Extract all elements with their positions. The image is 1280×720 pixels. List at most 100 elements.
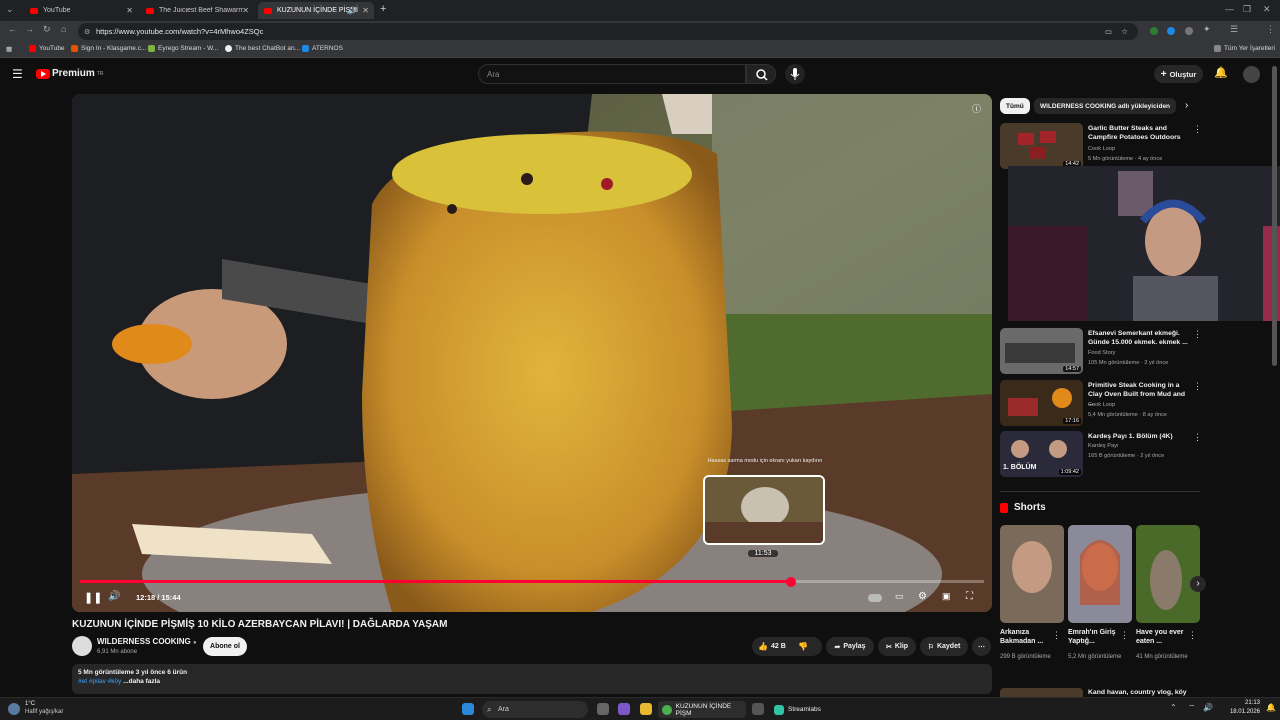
close-icon[interactable]: ✕ — [362, 6, 369, 15]
bookmark-star-icon[interactable]: ☆ — [1121, 27, 1128, 36]
taskbar-app-streamlabs[interactable]: Streamlabs — [770, 701, 830, 718]
info-icon[interactable]: ⓘ — [972, 102, 981, 115]
subtitles-icon[interactable]: ▭ — [895, 591, 904, 602]
file-explorer-icon[interactable] — [640, 703, 652, 715]
sidebar-video-channel[interactable]: Cook Loop — [1088, 402, 1115, 408]
extension-icon[interactable] — [1150, 27, 1158, 35]
chip-from-channel[interactable]: WILDERNESS COOKING adlı yükleyiciden — [1034, 98, 1177, 114]
more-vertical-icon[interactable]: ⋮ — [1193, 329, 1202, 340]
short-title[interactable]: Have you ever eaten ... — [1136, 628, 1186, 647]
notification-icon[interactable]: 🔔 — [1266, 703, 1276, 712]
tab-youtube[interactable]: YouTube ✕ — [24, 2, 138, 19]
sidebar-video-title[interactable]: Garlic Butter Steaks and Campfire Potato… — [1088, 124, 1188, 142]
more-vertical-icon[interactable]: ⋮ — [1052, 630, 1061, 641]
weather-icon[interactable] — [8, 703, 20, 715]
share-button[interactable]: ➦ Paylaş — [826, 637, 874, 656]
sidebar-video-thumbnail[interactable]: 14:57 — [1000, 328, 1083, 374]
short-thumbnail[interactable] — [1136, 525, 1200, 623]
tab-shawarma[interactable]: The Juiciest Beef Shawarma wit ✕ — [140, 2, 254, 19]
tray-chevron-icon[interactable]: ⌃ — [1170, 703, 1177, 712]
copilot-icon[interactable] — [618, 703, 630, 715]
description-more-link[interactable]: ...daha fazla — [123, 678, 160, 685]
hamburger-menu-icon[interactable]: ☰ — [12, 67, 23, 81]
new-tab-icon[interactable]: + — [380, 3, 386, 15]
voice-search-button[interactable] — [785, 64, 805, 84]
extension-icon[interactable] — [1167, 27, 1175, 35]
pause-button[interactable]: ❚❚ — [84, 591, 102, 604]
more-vertical-icon[interactable]: ⋮ — [1120, 630, 1129, 641]
sidebar-video-thumbnail[interactable] — [1000, 688, 1083, 697]
bookmark-chatbot[interactable]: The best ChatBot an... — [225, 45, 300, 52]
reload-icon[interactable]: ↻ — [43, 24, 51, 35]
minimize-icon[interactable]: — — [1225, 4, 1234, 14]
audio-icon[interactable]: 🔊 — [348, 7, 357, 15]
chip-all[interactable]: Tümü — [1000, 98, 1030, 114]
wifi-icon[interactable]: ⌔ — [1188, 703, 1196, 713]
clock-date[interactable]: 18.01.2026 — [1226, 709, 1260, 715]
description-box[interactable]: 5 Mn görüntüleme 3 yıl önce 6 ürün #et #… — [72, 664, 992, 694]
extensions-puzzle-icon[interactable]: ✦ — [1203, 24, 1211, 35]
more-vertical-icon[interactable]: ⋮ — [1193, 124, 1202, 135]
bookmark-klasgame[interactable]: Sign In - Klasgame.c... — [71, 45, 146, 52]
fullscreen-icon[interactable]: ⛶ — [966, 591, 973, 602]
subscribe-button[interactable]: Abone ol — [203, 637, 247, 656]
more-vertical-icon[interactable]: ⋮ — [1193, 432, 1202, 443]
sidebar-video-channel[interactable]: Food Story — [1088, 350, 1115, 356]
sidebar-video-thumbnail[interactable]: 14:42 — [1000, 123, 1083, 169]
app-icon[interactable] — [752, 703, 764, 715]
youtube-logo[interactable]: Premium TR — [36, 68, 103, 79]
short-title[interactable]: Arkanıza Bakmadan ... — [1000, 628, 1050, 647]
close-icon[interactable]: ✕ — [126, 6, 133, 15]
home-icon[interactable]: ⌂ — [61, 24, 66, 34]
clip-button[interactable]: ✂ Klip — [878, 637, 916, 656]
channel-name[interactable]: WILDERNESS COOKING ● — [97, 637, 197, 646]
tab-kuzunun[interactable]: KUZUNUN İÇİNDE PİŞMİ 🔊 ✕ — [258, 2, 374, 19]
bookmark-youtube[interactable]: YouTube — [29, 45, 65, 52]
more-vertical-icon[interactable]: ⋮ — [1188, 630, 1197, 641]
short-thumbnail[interactable] — [1000, 525, 1064, 623]
more-vertical-icon[interactable]: ⋮ — [1193, 381, 1202, 392]
taskbar-app-chrome[interactable]: KUZUNUN İÇİNDE PİŞM — [658, 701, 746, 718]
apps-grid-icon[interactable]: ▦ — [6, 45, 12, 53]
bookmark-eyrego[interactable]: Eyrego Stream - W... — [148, 45, 218, 52]
sidebar-video-title[interactable]: Kardeş Payı 1. Bölüm (4K) — [1088, 432, 1188, 441]
sidebar-video-thumbnail[interactable]: 1. BÖLÜM 1:09:42 — [1000, 431, 1083, 477]
task-view-icon[interactable] — [597, 703, 609, 715]
sidebar-video-thumbnail[interactable]: 17:16 — [1000, 380, 1083, 426]
sidebar-video-title[interactable]: Efsanevi Semerkant ekmeği. Günde 15.000 … — [1088, 329, 1188, 347]
bookmark-aternos[interactable]: ATERNOS — [302, 45, 343, 52]
site-info-icon[interactable]: ⚙ — [84, 28, 90, 36]
notifications-bell-icon[interactable]: 🔔 — [1214, 66, 1228, 79]
short-title[interactable]: Emrah'ın Giriş Yaptığ... — [1068, 628, 1118, 647]
sidebar-video-channel[interactable]: Kardeş Payı — [1088, 443, 1118, 449]
extension-icon[interactable] — [1185, 27, 1193, 35]
create-button[interactable]: + Oluştur — [1154, 65, 1203, 83]
progress-bar[interactable] — [80, 580, 984, 583]
autoplay-toggle[interactable] — [868, 594, 882, 602]
tab-menu-icon[interactable]: ⌄ — [6, 4, 14, 15]
more-menu-icon[interactable]: ⋮ — [1266, 24, 1275, 35]
taskbar-search[interactable]: ⌕ Ara — [482, 701, 588, 718]
scrollbar[interactable] — [1272, 66, 1277, 366]
dislike-button[interactable]: 👎 — [798, 642, 808, 651]
window-close-icon[interactable]: ✕ — [1263, 4, 1271, 15]
chevron-right-icon[interactable]: › — [1185, 100, 1188, 111]
search-button[interactable] — [746, 64, 776, 84]
save-button[interactable]: ⚐ Kaydet — [920, 637, 968, 656]
profile-icon[interactable]: ☰ — [1230, 24, 1238, 35]
cast-icon[interactable]: ▭ — [1105, 27, 1112, 36]
forward-icon[interactable]: → — [25, 24, 34, 34]
close-icon[interactable]: ✕ — [242, 6, 249, 15]
search-input[interactable]: Ara — [478, 64, 746, 84]
shorts-next-chevron-icon[interactable]: › — [1190, 576, 1206, 592]
more-actions-button[interactable]: ⋯ — [972, 637, 991, 656]
address-bar[interactable]: ⚙ https://www.youtube.com/watch?v=4rMhwo… — [78, 23, 1138, 40]
avatar[interactable] — [1243, 66, 1260, 83]
miniplayer-icon[interactable]: ▣ — [942, 591, 951, 602]
volume-icon[interactable]: 🔊 — [1203, 703, 1213, 712]
like-button[interactable]: 👍 42 B — [758, 642, 786, 651]
volume-icon[interactable]: 🔊 — [108, 591, 120, 602]
video-player[interactable]: ⓘ Hassas sarma modu için ekranı yukarı k… — [72, 94, 992, 612]
description-hashtags[interactable]: #et #pilav #köy — [78, 678, 121, 685]
windows-start-icon[interactable] — [462, 703, 474, 715]
